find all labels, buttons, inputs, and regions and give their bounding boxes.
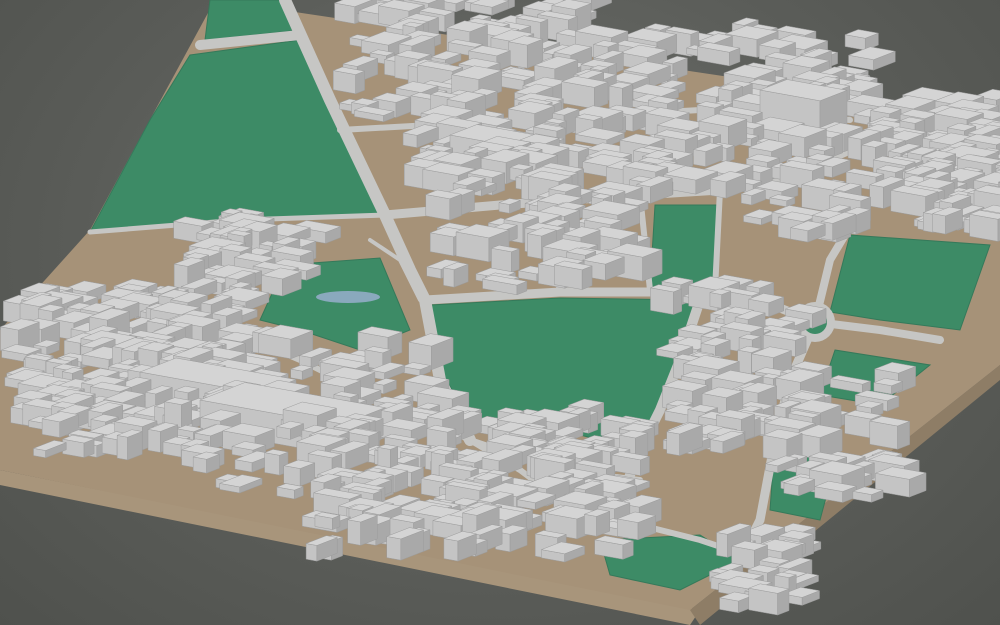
building[interactable] bbox=[314, 511, 341, 530]
building[interactable] bbox=[490, 244, 521, 273]
building[interactable] bbox=[424, 189, 463, 221]
building[interactable] bbox=[847, 46, 897, 71]
building[interactable] bbox=[709, 288, 732, 309]
building[interactable] bbox=[61, 434, 96, 458]
building[interactable] bbox=[560, 75, 609, 110]
map-viewport[interactable] bbox=[0, 0, 1000, 625]
building[interactable] bbox=[873, 378, 904, 395]
building[interactable] bbox=[282, 459, 316, 487]
city-model-scene[interactable] bbox=[0, 0, 1000, 625]
building[interactable] bbox=[469, 0, 510, 16]
building[interactable] bbox=[553, 260, 593, 290]
building[interactable] bbox=[868, 416, 911, 450]
building[interactable] bbox=[844, 29, 880, 51]
building[interactable] bbox=[507, 35, 544, 69]
building[interactable] bbox=[276, 483, 305, 500]
building[interactable] bbox=[332, 66, 366, 95]
building[interactable] bbox=[649, 284, 683, 315]
building[interactable] bbox=[583, 508, 611, 537]
building[interactable] bbox=[747, 583, 790, 616]
park-north-center[interactable] bbox=[649, 204, 719, 289]
building[interactable] bbox=[968, 209, 1000, 242]
pond-water bbox=[316, 291, 380, 303]
building[interactable] bbox=[116, 429, 144, 461]
building[interactable] bbox=[346, 512, 379, 546]
